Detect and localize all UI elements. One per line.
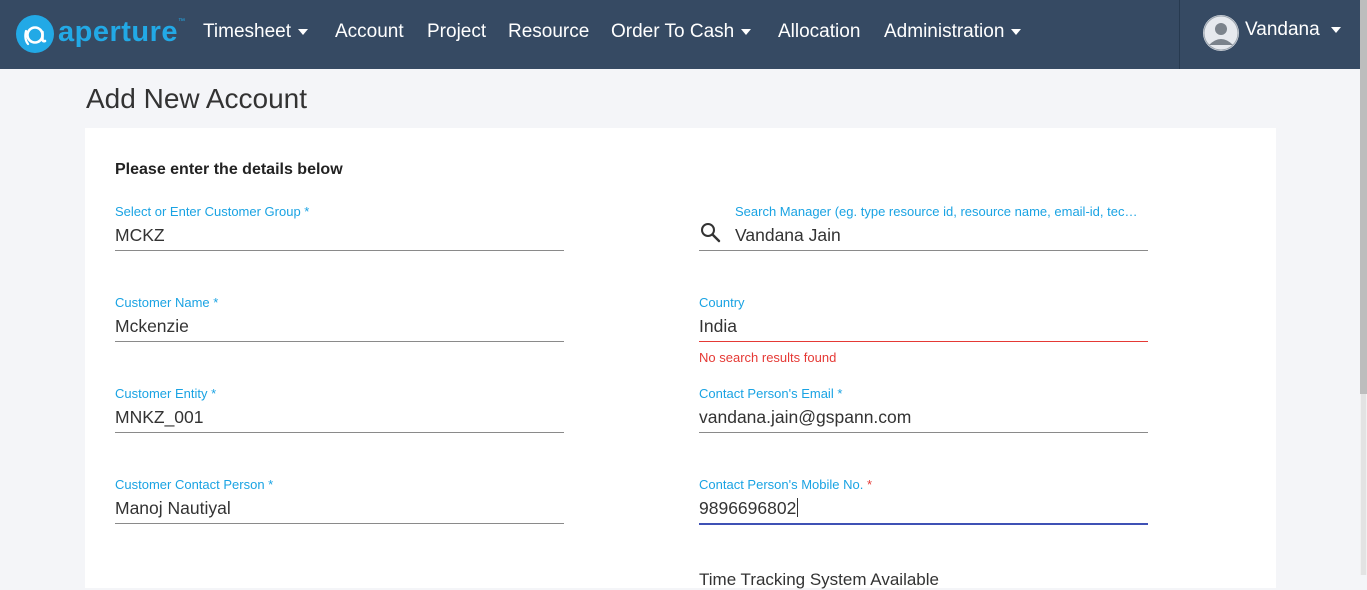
nav-allocation-label: Allocation [778,21,861,42]
required-asterisk: * [866,477,873,492]
contact-mobile-input[interactable]: 9896696802 [699,498,796,518]
field-underline [115,250,564,251]
chevron-down-icon [741,29,752,35]
search-manager-input[interactable]: Vandana Jain [735,225,841,246]
field-label: Customer Entity * [115,386,217,401]
time-tracking-system-label: Time Tracking System Available [699,570,939,589]
field-label: Country [699,295,745,310]
nav-account[interactable]: Account [335,21,404,43]
nav-project-label: Project [427,21,487,42]
nav-administration[interactable]: Administration [884,21,1022,43]
field-label: Customer Name * [115,295,219,310]
form-heading: Please enter the details below [115,161,343,178]
chevron-down-icon [1330,27,1341,33]
nav-order-to-cash[interactable]: Order To Cash [611,21,752,43]
customer-group-input[interactable]: MCKZ [115,225,165,246]
user-avatar-icon [1203,15,1239,51]
field-underline [115,523,564,524]
search-icon[interactable] [699,221,721,243]
page-title: Add New Account [86,83,308,114]
form-card: Please enter the details below Select or… [85,128,1276,589]
field-label: Contact Person's Mobile No. * [699,477,872,492]
contact-email-input[interactable]: vandana.jain@gspann.com [699,407,911,428]
nav-resource[interactable]: Resource [508,21,589,43]
logo-text: aperture [58,15,179,48]
nav-divider [1179,0,1180,69]
country-input[interactable]: India [699,316,737,337]
chevron-down-icon [298,29,308,35]
field-label: Select or Enter Customer Group * [115,204,310,219]
field-label: Search Manager (eg. type resource id, re… [735,204,1138,219]
customer-contact-person-input[interactable]: Manoj Nautiyal [115,498,231,519]
field-underline [115,432,564,433]
field-underline-error [699,341,1148,342]
nav-allocation[interactable]: Allocation [778,21,860,43]
nav-timesheet[interactable]: Timesheet [203,21,308,43]
country-error-message: No search results found [699,350,837,365]
page-scrollbar[interactable] [1360,0,1367,575]
logo-at-icon [16,15,54,53]
aperture-logo[interactable]: aperture ™ [16,14,185,54]
nav-timesheet-label: Timesheet [203,21,291,42]
field-underline [115,341,564,342]
logo-trademark: ™ [178,17,186,25]
customer-name-input[interactable]: Mckenzie [115,316,189,337]
field-label: Customer Contact Person * [115,477,274,492]
nav-administration-label: Administration [884,21,1005,42]
customer-entity-input[interactable]: MNKZ_001 [115,407,204,428]
text-cursor [797,498,799,517]
user-menu[interactable]: Vandana [1203,15,1341,51]
field-underline-focused [699,523,1148,525]
nav-account-label: Account [335,21,404,42]
user-name: Vandana [1245,19,1320,40]
field-underline [699,432,1148,433]
contact-mobile-label: Contact Person's Mobile No. [699,477,864,492]
chevron-down-icon [1011,29,1022,35]
contact-mobile-input-wrap[interactable]: 9896696802 [699,498,799,519]
nav-order-to-cash-label: Order To Cash [611,21,735,42]
field-underline [699,250,1148,251]
field-label: Contact Person's Email * [699,386,843,401]
nav-resource-label: Resource [508,21,590,42]
scrollbar-thumb[interactable] [1360,0,1367,394]
scrollbar-track [1361,394,1366,575]
top-navbar: aperture ™ Timesheet Account Project Res… [0,0,1360,69]
nav-project[interactable]: Project [427,21,486,43]
